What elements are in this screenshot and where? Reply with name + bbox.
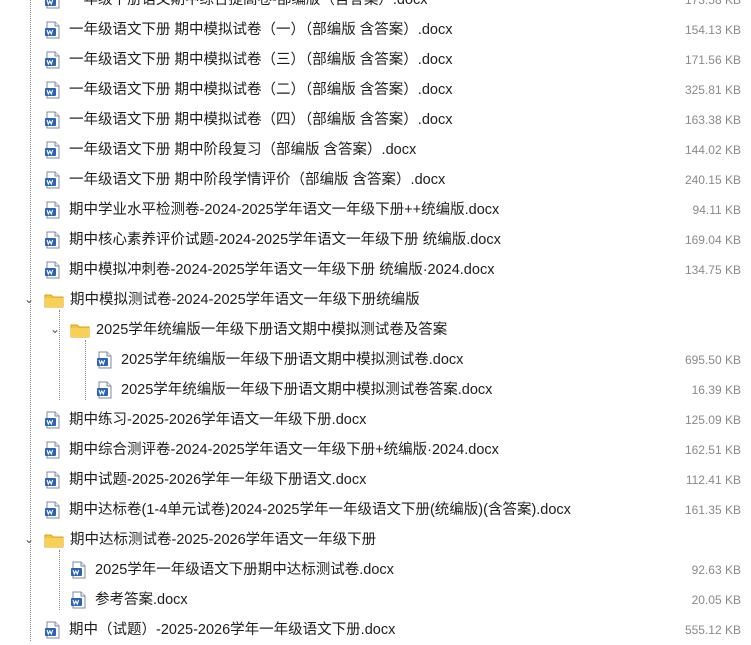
file-size: 16.39 KB (691, 383, 741, 397)
docx-file-icon (70, 591, 88, 609)
file-name: 参考答案.docx (95, 592, 188, 608)
docx-file-icon (44, 21, 62, 39)
file-size: 171.56 KB (684, 53, 741, 67)
file-size: 125.09 KB (684, 413, 741, 427)
file-row[interactable]: 一年级语文下册 期中模拟试卷（二）（部编版 含答案）.docx 325.81 KB (0, 75, 751, 105)
file-name: 期中核心素养评价试题-2024-2025学年语文一年级下册 统编版.docx (69, 232, 501, 248)
docx-file-icon (44, 471, 62, 489)
folder-row[interactable]: ⌄ 期中达标测试卷-2025-2026学年语文一年级下册 (0, 525, 751, 555)
file-size: 162.51 KB (684, 443, 741, 457)
file-size: 94.11 KB (692, 203, 741, 217)
file-size: 154.13 KB (684, 23, 741, 37)
file-name: 一年级下册语文期中综合提高卷-部编版（含答案）.docx (69, 0, 428, 8)
file-name: 期中学业水平检测卷-2024-2025学年语文一年级下册++统编版.docx (69, 202, 500, 218)
folder-name: 期中达标测试卷-2025-2026学年语文一年级下册 (70, 532, 377, 548)
file-row[interactable]: 期中学业水平检测卷-2024-2025学年语文一年级下册++统编版.docx 94… (0, 195, 751, 225)
file-name: 期中练习-2025-2026学年语文一年级下册.docx (69, 412, 367, 428)
file-size: 112.41 KB (685, 473, 741, 487)
chevron-down-icon[interactable]: ⌄ (48, 322, 62, 336)
file-name: 一年级语文下册 期中阶段学情评价（部编版 含答案）.docx (69, 172, 446, 188)
file-name: 一年级语文下册 期中模拟试卷（一）（部编版 含答案）.docx (69, 22, 453, 38)
file-name: 期中模拟冲刺卷-2024-2025学年语文一年级下册 统编版·2024.docx (69, 262, 495, 278)
file-name: 一年级语文下册 期中模拟试卷（二）（部编版 含答案）.docx (69, 82, 453, 98)
folder-icon (44, 531, 64, 549)
docx-file-icon (44, 111, 62, 129)
docx-file-icon (44, 411, 62, 429)
folder-icon (44, 291, 64, 309)
file-size: 695.50 KB (684, 353, 741, 367)
file-row[interactable]: 期中综合测评卷-2024-2025学年语文一年级下册+统编版·2024.docx… (0, 435, 751, 465)
file-row[interactable]: 期中试题-2025-2026学年一年级下册语文.docx 112.41 KB (0, 465, 751, 495)
file-name: 一年级语文下册 期中阶段复习（部编版 含答案）.docx (69, 142, 417, 158)
folder-name: 期中模拟测试卷-2024-2025学年语文一年级下册统编版 (70, 292, 420, 308)
folder-row[interactable]: ⌄ 期中模拟测试卷-2024-2025学年语文一年级下册统编版 (0, 285, 751, 315)
folder-row[interactable]: ⌄ 2025学年统编版一年级下册语文期中模拟测试卷及答案 (0, 315, 751, 345)
docx-file-icon (44, 0, 62, 9)
file-name: 2025学年统编版一年级下册语文期中模拟测试卷答案.docx (121, 382, 493, 398)
file-size: 173.58 KB (684, 0, 741, 7)
file-name: 期中达标卷(1-4单元试卷)2024-2025学年一年级语文下册(统编版)(含答… (69, 502, 571, 518)
docx-file-icon (96, 351, 114, 369)
file-row[interactable]: 2025学年一年级语文下册期中达标测试卷.docx 92.63 KB (0, 555, 751, 585)
docx-file-icon (44, 621, 62, 639)
docx-file-icon (44, 501, 62, 519)
folder-icon (70, 321, 90, 339)
file-size: 240.15 KB (684, 173, 741, 187)
docx-file-icon (44, 51, 62, 69)
file-name: 一年级语文下册 期中模拟试卷（四）（部编版 含答案）.docx (69, 112, 453, 128)
file-row[interactable]: 期中达标卷(1-4单元试卷)2024-2025学年一年级语文下册(统编版)(含答… (0, 495, 751, 525)
docx-file-icon (44, 261, 62, 279)
file-row[interactable]: 2025学年统编版一年级下册语文期中模拟测试卷答案.docx 16.39 KB (0, 375, 751, 405)
file-row[interactable]: 一年级语文下册 期中阶段学情评价（部编版 含答案）.docx 240.15 KB (0, 165, 751, 195)
file-name: 期中（试题）-2025-2026学年一年级语文下册.docx (69, 622, 396, 638)
file-row[interactable]: 期中模拟冲刺卷-2024-2025学年语文一年级下册 统编版·2024.docx… (0, 255, 751, 285)
file-name: 一年级语文下册 期中模拟试卷（三）（部编版 含答案）.docx (69, 52, 453, 68)
file-row[interactable]: 期中核心素养评价试题-2024-2025学年语文一年级下册 统编版.docx 16… (0, 225, 751, 255)
file-name: 期中试题-2025-2026学年一年级下册语文.docx (69, 472, 367, 488)
file-row[interactable]: 一年级语文下册 期中模拟试卷（四）（部编版 含答案）.docx 163.38 KB (0, 105, 751, 135)
docx-file-icon (44, 141, 62, 159)
folder-name: 2025学年统编版一年级下册语文期中模拟测试卷及答案 (96, 322, 448, 338)
docx-file-icon (70, 561, 88, 579)
file-row[interactable]: 一年级下册语文期中综合提高卷-部编版（含答案）.docx 173.58 KB (0, 0, 751, 15)
docx-file-icon (44, 171, 62, 189)
file-size: 144.02 KB (684, 143, 741, 157)
file-size: 161.35 KB (684, 503, 741, 517)
file-row[interactable]: 2025学年统编版一年级下册语文期中模拟测试卷.docx 695.50 KB (0, 345, 751, 375)
file-size: 169.04 KB (684, 233, 741, 247)
file-name: 2025学年统编版一年级下册语文期中模拟测试卷.docx (121, 352, 464, 368)
docx-file-icon (44, 441, 62, 459)
file-size: 163.38 KB (684, 113, 741, 127)
file-row[interactable]: 参考答案.docx 20.05 KB (0, 585, 751, 615)
file-row[interactable]: 一年级语文下册 期中模拟试卷（一）（部编版 含答案）.docx 154.13 KB (0, 15, 751, 45)
file-size: 555.12 KB (684, 623, 741, 637)
docx-file-icon (96, 381, 114, 399)
file-row[interactable]: 期中练习-2025-2026学年语文一年级下册.docx 125.09 KB (0, 405, 751, 435)
file-tree: 一年级下册语文期中综合提高卷-部编版（含答案）.docx 173.58 KB 一年级… (0, 0, 751, 641)
docx-file-icon (44, 201, 62, 219)
file-name: 期中综合测评卷-2024-2025学年语文一年级下册+统编版·2024.docx (69, 442, 499, 458)
file-row[interactable]: 一年级语文下册 期中模拟试卷（三）（部编版 含答案）.docx 171.56 KB (0, 45, 751, 75)
file-row[interactable]: 一年级语文下册 期中阶段复习（部编版 含答案）.docx 144.02 KB (0, 135, 751, 165)
file-size: 325.81 KB (684, 83, 741, 97)
file-size: 134.75 KB (684, 263, 741, 277)
file-size: 92.63 KB (691, 563, 741, 577)
file-name: 2025学年一年级语文下册期中达标测试卷.docx (95, 562, 394, 578)
chevron-down-icon[interactable]: ⌄ (22, 532, 36, 546)
file-size: 20.05 KB (691, 593, 741, 607)
chevron-down-icon[interactable]: ⌄ (22, 292, 36, 306)
docx-file-icon (44, 81, 62, 99)
docx-file-icon (44, 231, 62, 249)
